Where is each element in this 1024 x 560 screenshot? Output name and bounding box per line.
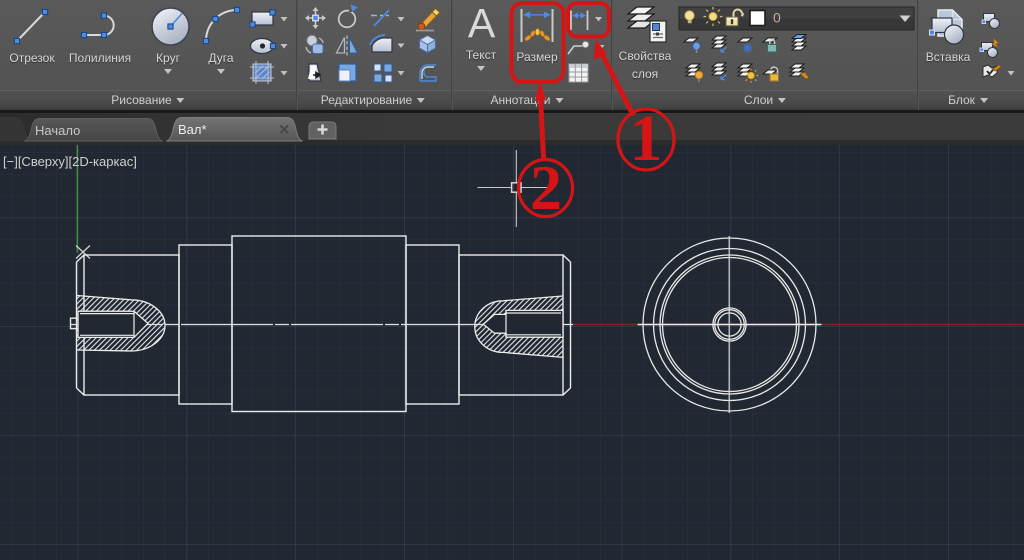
svg-text:2: 2 (530, 152, 562, 223)
svg-text:1: 1 (630, 102, 663, 175)
